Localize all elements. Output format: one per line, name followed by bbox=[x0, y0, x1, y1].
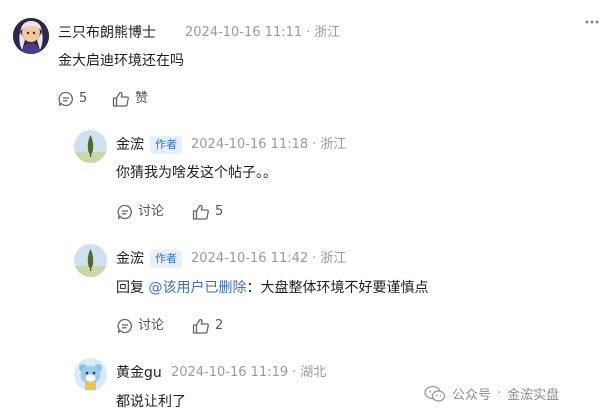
reply-location: 浙江 bbox=[320, 137, 347, 152]
reply-prefix: 回复 bbox=[116, 280, 149, 296]
watermark-separator: · bbox=[497, 386, 502, 401]
reply-location: 浙江 bbox=[320, 251, 347, 266]
comment-author[interactable]: 三只布朗熊博士 bbox=[58, 23, 156, 43]
girl-portrait-avatar[interactable] bbox=[13, 18, 49, 54]
discuss-button[interactable]: 讨论 bbox=[117, 316, 164, 336]
reply-date: 2024-10-16 11:42 bbox=[191, 251, 309, 266]
reply-date: 2024-10-16 11:19 bbox=[171, 365, 289, 380]
watermark-account: 公众号 bbox=[452, 388, 492, 403]
reply-meta: 2024-10-16 11:19 · 湖北 bbox=[171, 363, 326, 383]
reply-meta: 2024-10-16 11:18 · 浙江 bbox=[191, 135, 346, 155]
comment-meta: 2024-10-16 11:11 · 浙江 bbox=[185, 23, 340, 43]
like-button[interactable]: 2 bbox=[192, 316, 223, 336]
more-options-icon[interactable] bbox=[584, 19, 600, 25]
meta-separator: · bbox=[292, 365, 297, 380]
comment-bubble-icon bbox=[58, 91, 73, 107]
reply-date: 2024-10-16 11:18 bbox=[191, 137, 309, 152]
discuss-button[interactable]: 讨论 bbox=[117, 202, 164, 222]
discuss-label: 讨论 bbox=[138, 318, 165, 333]
reply-author[interactable]: 金浤 bbox=[116, 135, 144, 155]
comment-bubble-icon bbox=[117, 204, 132, 220]
reply-button[interactable]: 5 bbox=[58, 89, 87, 109]
discuss-label: 讨论 bbox=[138, 204, 165, 219]
reply-text: 你猜我为啥发这个帖子。。 bbox=[116, 165, 277, 181]
like-count: 5 bbox=[215, 204, 224, 219]
meta-separator: · bbox=[312, 251, 317, 266]
author-badge: 作者 bbox=[150, 136, 182, 154]
like-button[interactable]: 赞 bbox=[112, 89, 148, 109]
thumbs-up-icon bbox=[192, 318, 209, 334]
comment-location: 浙江 bbox=[314, 25, 341, 40]
comment-date: 2024-10-16 11:11 bbox=[185, 25, 303, 40]
wechat-icon bbox=[424, 385, 446, 402]
like-count: 2 bbox=[215, 318, 224, 333]
watermark-name: 金浤实盘 bbox=[507, 388, 560, 403]
thumbs-up-icon bbox=[192, 204, 209, 220]
reply-meta: 2024-10-16 11:42 · 浙江 bbox=[191, 249, 346, 269]
cartoon-bear-avatar[interactable] bbox=[74, 358, 107, 391]
comment-text: 金大启迪环境还在吗 bbox=[58, 53, 184, 69]
reply-author[interactable]: 黄金gu bbox=[116, 363, 162, 383]
like-label: 赞 bbox=[135, 91, 149, 106]
like-button[interactable]: 5 bbox=[192, 202, 223, 222]
tree-landscape-avatar[interactable] bbox=[74, 130, 107, 163]
meta-separator: · bbox=[312, 137, 317, 152]
user-mention[interactable]: @该用户已删除 bbox=[148, 280, 246, 296]
comment-thread: 三只布朗熊博士 2024-10-16 11:11 · 浙江 金大启迪环境还在吗 5 … bbox=[0, 0, 604, 419]
wechat-watermark: 公众号 · 金浤实盘 bbox=[424, 384, 559, 403]
comment-bubble-icon bbox=[117, 318, 132, 334]
reply-count: 5 bbox=[79, 91, 88, 106]
tree-landscape-avatar[interactable] bbox=[74, 244, 107, 277]
reply-author[interactable]: 金浤 bbox=[116, 249, 144, 269]
reply-text: 都说让利了 bbox=[116, 394, 186, 410]
author-badge: 作者 bbox=[150, 250, 182, 268]
reply-location: 湖北 bbox=[300, 365, 327, 380]
meta-separator: · bbox=[306, 25, 311, 40]
reply-text: 回复 @该用户已删除：大盘整体环境不好要谨慎点 bbox=[116, 277, 428, 299]
reply-body: ：大盘整体环境不好要谨慎点 bbox=[246, 280, 429, 296]
thumbs-up-icon bbox=[112, 91, 129, 107]
